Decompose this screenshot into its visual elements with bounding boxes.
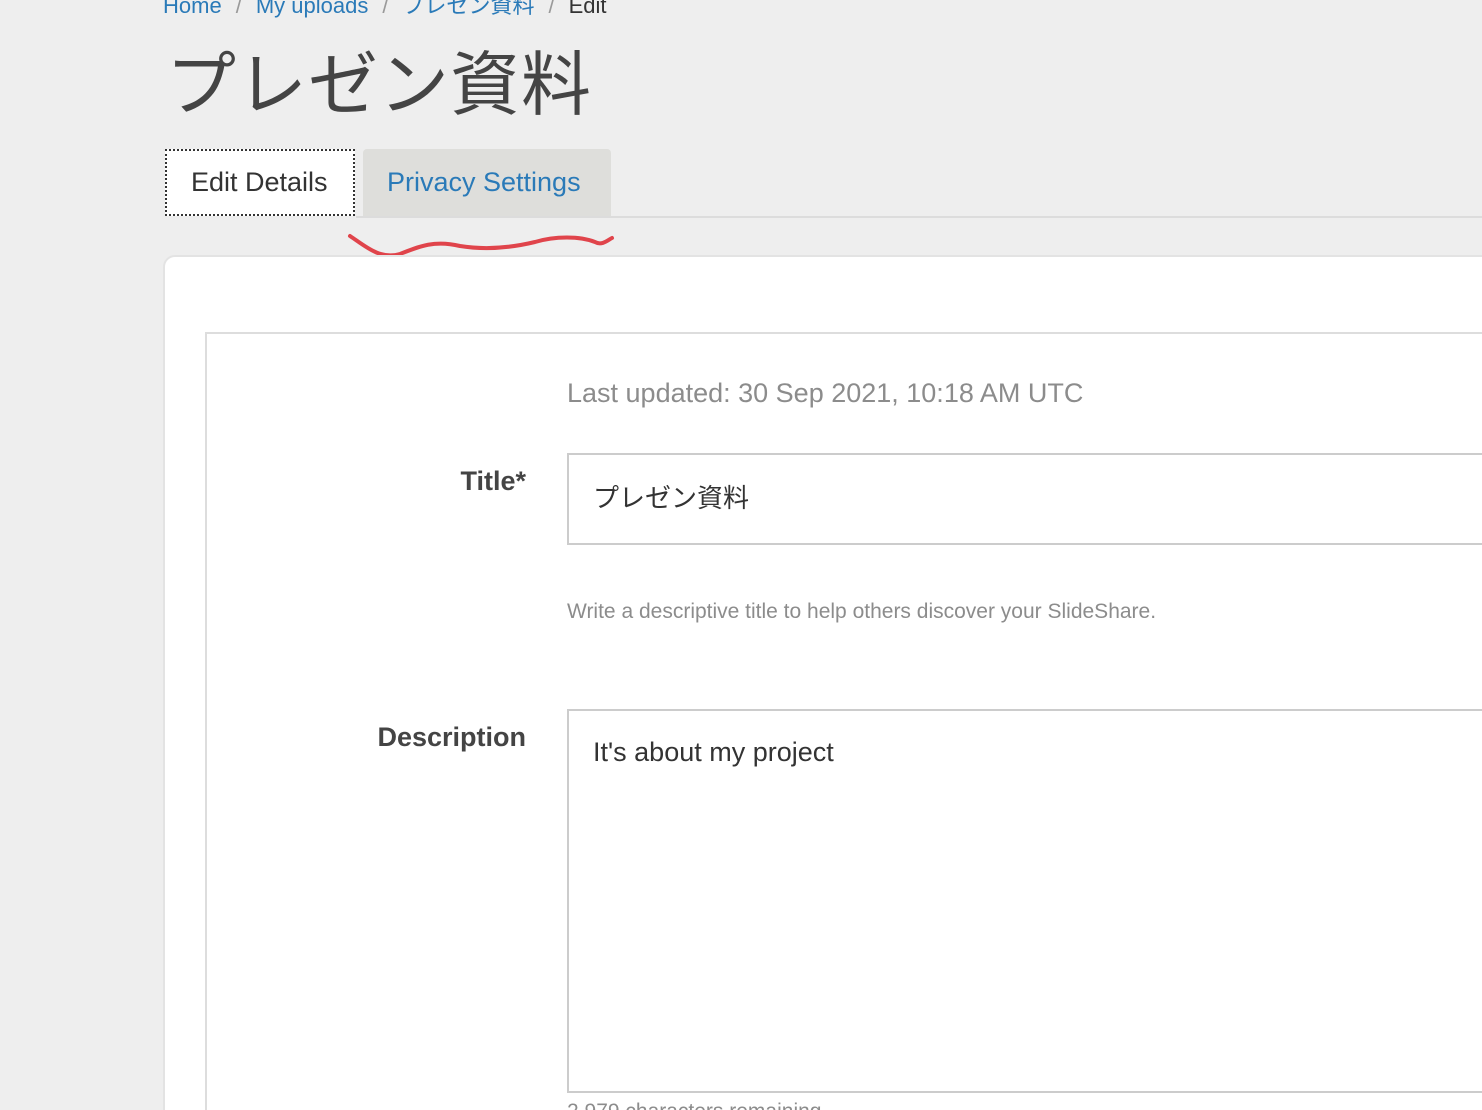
page-title: プレゼン資料 [166,44,592,126]
tab-edit-details[interactable]: Edit Details [165,149,355,216]
title-label: Title* [460,466,526,496]
description-label: Description [377,722,526,752]
breadcrumb-document-link[interactable]: プレゼン資料 [402,0,534,18]
edit-upload-page: Home / My uploads / プレゼン資料 / Edit プレゼン資料 Edit … [0,0,1482,1110]
tab-privacy-settings[interactable]: Privacy Settings [363,149,611,216]
breadcrumb-separator: / [235,0,242,18]
breadcrumb-separator: / [548,0,555,18]
last-updated-text: Last updated: 30 Sep 2021, 10:18 AM UTC [567,378,1084,408]
tabs-divider [356,216,1482,218]
title-help-text: Write a descriptive title to help others… [567,600,1157,623]
breadcrumb: Home / My uploads / プレゼン資料 / Edit [163,0,607,20]
breadcrumb-my-uploads-link[interactable]: My uploads [256,0,369,18]
breadcrumb-current: Edit [568,0,607,18]
title-input[interactable]: プレゼン資料 [567,453,1482,545]
breadcrumb-separator: / [382,0,389,18]
breadcrumb-home-link[interactable]: Home [163,0,222,18]
description-character-counter: 2,979 characters remaining [567,1100,821,1110]
description-textarea[interactable]: It's about my project [567,709,1482,1093]
